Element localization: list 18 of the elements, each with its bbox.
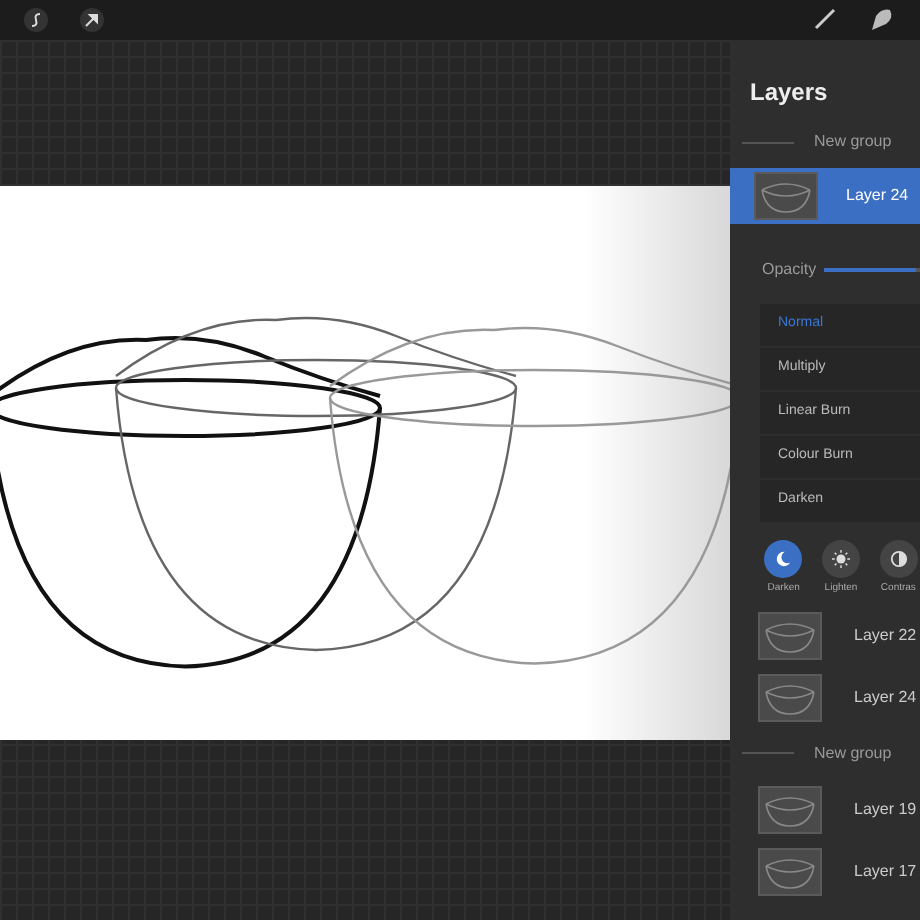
- smudge-icon[interactable]: [868, 6, 896, 34]
- mode-button[interactable]: [822, 540, 860, 578]
- layer-row[interactable]: Layer 19: [730, 781, 920, 837]
- cursor-arrow-icon[interactable]: [80, 8, 104, 32]
- sun-icon: [832, 550, 850, 568]
- layer-row[interactable]: Layer 24: [730, 669, 920, 725]
- layer-row[interactable]: Layer 24: [730, 168, 920, 224]
- brush-icon[interactable]: [812, 8, 836, 32]
- layer-row[interactable]: Layer 22: [730, 607, 920, 663]
- opacity-label: Opacity: [762, 258, 817, 282]
- panel-title: Layers: [748, 76, 830, 110]
- contrast-icon: [889, 550, 908, 568]
- group-label[interactable]: New group: [814, 741, 892, 765]
- moon-icon: [774, 550, 793, 568]
- layer-row[interactable]: Layer 17: [730, 843, 920, 899]
- mode-button[interactable]: [764, 540, 803, 578]
- group-label[interactable]: New group: [814, 130, 892, 154]
- mode-button[interactable]: [879, 540, 918, 578]
